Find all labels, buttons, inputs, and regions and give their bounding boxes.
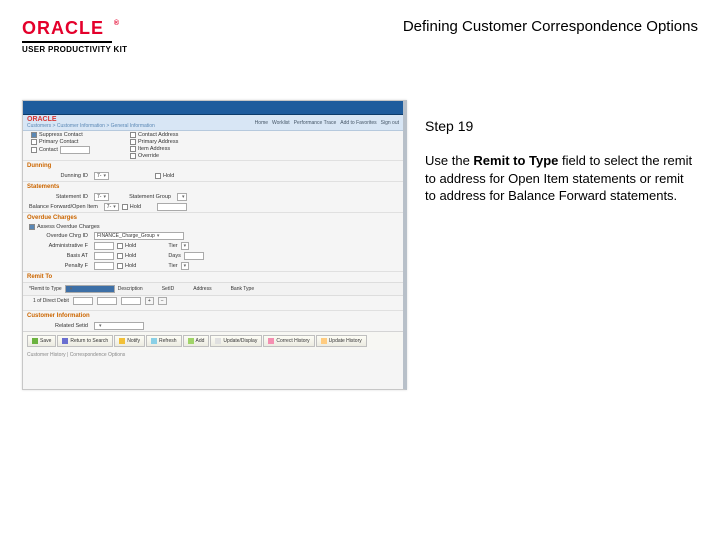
remit-address-label: Address xyxy=(193,286,211,292)
update-display-button[interactable]: Update/Display xyxy=(210,335,262,347)
document-title: Defining Customer Correspondence Options xyxy=(403,18,698,35)
ck-primary-contact[interactable]: Primary Contact xyxy=(31,139,90,145)
remit-row-item: 1 of Direct Debit xyxy=(33,298,69,304)
basis-input[interactable] xyxy=(94,252,114,260)
tier-select-2[interactable] xyxy=(181,262,190,270)
nav-add-fav[interactable]: Add to Favorites xyxy=(340,120,376,126)
remit-bank-input[interactable] xyxy=(121,297,141,305)
ck-item-address[interactable]: Item Address xyxy=(130,146,178,152)
ck-primary-address[interactable]: Primary Address xyxy=(130,139,178,145)
dunning-id-select[interactable]: 7- xyxy=(94,172,109,180)
brand-logo: ORACLE ® xyxy=(22,18,112,43)
dunning-title: Dunning xyxy=(23,160,403,171)
step-instruction: Use the Remit to Type field to select th… xyxy=(425,152,698,205)
penalty-label: Penalty F xyxy=(29,263,91,269)
remit-type-label: *Remit to Type xyxy=(29,286,62,292)
ck-contact-address[interactable]: Contact Address xyxy=(130,132,178,138)
bfdt-label: Balance Forward/Open Item xyxy=(29,204,101,210)
remit-desc-label: Description xyxy=(118,286,143,292)
shot-titlebar xyxy=(23,101,403,115)
row-delete-button[interactable]: − xyxy=(158,297,167,305)
stmt-hold-ck[interactable]: Hold xyxy=(122,204,141,210)
remit-type-select[interactable] xyxy=(65,285,115,293)
step-text-pre: Use the xyxy=(425,153,473,168)
registered-mark: ® xyxy=(114,20,120,27)
admin-input[interactable] xyxy=(94,242,114,250)
oc-id-select[interactable]: FINANCE_Charge_Group xyxy=(94,232,184,240)
remit-addr-input[interactable] xyxy=(97,297,117,305)
statements-title: Statements xyxy=(23,181,403,192)
oc-id-label: Overdue Chrg ID xyxy=(29,233,91,239)
shot-nav-links[interactable]: Home Worklist Performance Trace Add to F… xyxy=(255,120,399,126)
save-button[interactable]: Save xyxy=(27,335,56,347)
remit-bank-label: Bank Type xyxy=(231,286,255,292)
related-setid-select[interactable] xyxy=(94,322,144,330)
return-search-button[interactable]: Return to Search xyxy=(57,335,113,347)
correct-history-button[interactable]: Correct History xyxy=(263,335,314,347)
nav-worklist[interactable]: Worklist xyxy=(272,120,290,126)
bfdt-select[interactable]: 7- xyxy=(104,203,119,211)
nav-home[interactable]: Home xyxy=(255,120,268,126)
related-setid-label: Related Setid xyxy=(29,323,91,329)
nav-signout[interactable]: Sign out xyxy=(381,120,399,126)
penalty-input[interactable] xyxy=(94,262,114,270)
stmt-group-label: Statement Group xyxy=(112,194,174,200)
step-number: Step 19 xyxy=(425,118,698,134)
ck-suppress-contact[interactable]: Suppress Contact xyxy=(31,132,90,138)
dunning-hold-ck[interactable]: Hold xyxy=(155,173,174,179)
days-input-1[interactable] xyxy=(184,252,204,260)
tier-label-2: Tier xyxy=(168,263,177,269)
days-label: Days xyxy=(168,253,181,259)
penalty-hold-ck[interactable]: Hold xyxy=(117,263,136,269)
step-text-bold: Remit to Type xyxy=(473,153,558,168)
breadcrumb: Customers > Customer Information > Gener… xyxy=(27,123,155,129)
shot-brand: ORACLE xyxy=(27,116,155,123)
app-screenshot: ORACLE Customers > Customer Information … xyxy=(22,100,407,390)
dunning-id-label: Dunning ID xyxy=(29,173,91,179)
stmt-group-select[interactable] xyxy=(177,193,188,201)
nav-perf-trace[interactable]: Performance Trace xyxy=(294,120,337,126)
basis-hold-ck[interactable]: Hold xyxy=(117,253,136,259)
tier-select-1[interactable] xyxy=(181,242,190,250)
notify-button[interactable]: Notify xyxy=(114,335,145,347)
stmt-id-label: Statement ID xyxy=(29,194,91,200)
cust-info-title: Customer Information xyxy=(23,310,403,321)
row-add-button[interactable]: + xyxy=(145,297,154,305)
ck-contact[interactable]: Contact xyxy=(31,146,90,154)
assess-overdue-ck[interactable]: Assess Overdue Charges xyxy=(29,224,100,230)
stmt-extra-input[interactable] xyxy=(157,203,187,211)
ck-override[interactable]: Override xyxy=(130,153,178,159)
toolbar: Save Return to Search Notify Refresh Add… xyxy=(23,331,403,350)
remit-to-title: Remit To xyxy=(23,271,403,282)
brand-block: ORACLE ® USER PRODUCTIVITY KIT xyxy=(22,18,127,54)
overdue-title: Overdue Charges xyxy=(23,212,403,223)
brand-text: ORACLE xyxy=(22,18,104,38)
tier-label: Tier xyxy=(168,243,177,249)
stmt-id-select[interactable]: 7- xyxy=(94,193,109,201)
shot-footer-links[interactable]: Customer History | Correspondence Option… xyxy=(23,350,403,360)
brand-subtitle: USER PRODUCTIVITY KIT xyxy=(22,45,127,54)
admin-hold-ck[interactable]: Hold xyxy=(117,243,136,249)
basis-label: Basis AT xyxy=(29,253,91,259)
admin-label: Administrative F xyxy=(29,243,91,249)
remit-setid-label: SetID xyxy=(162,286,175,292)
update-history-button[interactable]: Update History xyxy=(316,335,367,347)
remit-setid-input[interactable] xyxy=(73,297,93,305)
refresh-button[interactable]: Refresh xyxy=(146,335,182,347)
add-button[interactable]: Add xyxy=(183,335,210,347)
